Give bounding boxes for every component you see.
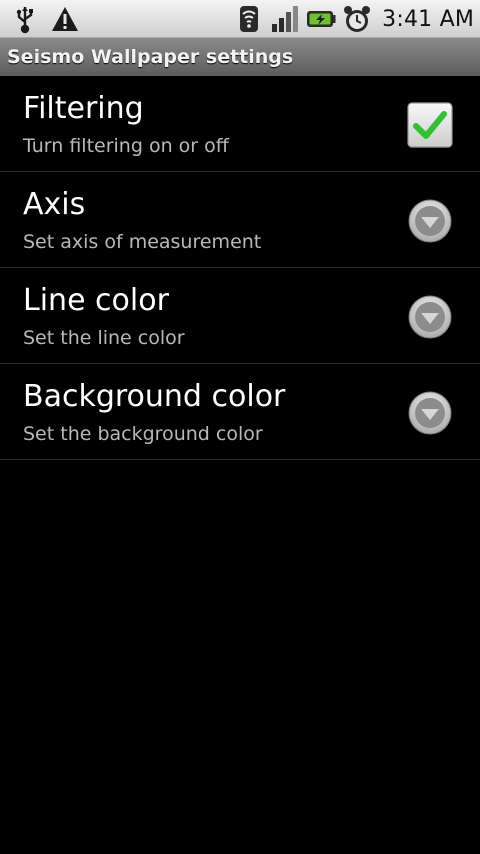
chevron-down-icon — [408, 391, 452, 435]
page-title: Seismo Wallpaper settings — [7, 46, 294, 68]
pref-summary: Set axis of measurement — [23, 231, 262, 253]
pref-background-color[interactable]: Background color Set the background colo… — [0, 364, 480, 460]
alarm-clock-icon — [344, 6, 371, 32]
pref-axis[interactable]: Axis Set axis of measurement — [0, 172, 480, 268]
wifi-icon — [240, 6, 259, 32]
pref-title: Line color — [23, 283, 169, 318]
pref-summary: Turn filtering on or off — [23, 135, 229, 157]
battery-charging-icon — [307, 11, 336, 27]
chevron-down-icon — [408, 199, 452, 243]
status-clock: 3:41 AM — [382, 6, 474, 32]
usb-icon — [16, 7, 33, 34]
warning-icon — [52, 7, 78, 31]
title-bar: Seismo Wallpaper settings — [0, 38, 480, 76]
pref-summary: Set the line color — [23, 327, 185, 349]
signal-icon — [272, 6, 299, 32]
status-bar: 3:41 AM — [0, 0, 480, 38]
pref-title: Axis — [23, 187, 86, 222]
preference-list: Filtering Turn filtering on or off Axis … — [0, 76, 480, 460]
chevron-down-icon — [408, 295, 452, 339]
pref-summary: Set the background color — [23, 423, 263, 445]
pref-filtering[interactable]: Filtering Turn filtering on or off — [0, 76, 480, 172]
pref-line-color[interactable]: Line color Set the line color — [0, 268, 480, 364]
filtering-checkbox[interactable] — [407, 102, 453, 148]
pref-title: Background color — [23, 379, 286, 414]
pref-title: Filtering — [23, 91, 144, 126]
